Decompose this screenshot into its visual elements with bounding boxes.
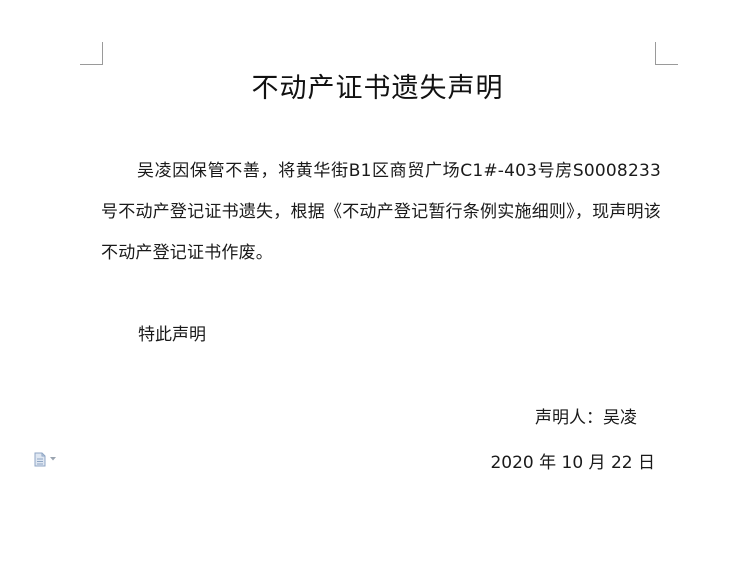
signer-line: 声明人：吴凌 xyxy=(535,408,637,428)
document-title: 不动产证书遗失声明 xyxy=(251,73,504,104)
document-icon xyxy=(34,452,46,467)
page-corner-mark-top-right xyxy=(655,42,678,65)
document-page: 不动产证书遗失声明 吴凌因保管不善，将黄华街B1区商贸广场C1#-403号房S0… xyxy=(0,0,755,585)
declaration-paragraph: 吴凌因保管不善，将黄华街B1区商贸广场C1#-403号房S0008233号不动产… xyxy=(101,161,661,263)
date-line: 2020 年 10 月 22 日 xyxy=(490,453,655,473)
page-corner-mark-top-left xyxy=(80,42,103,65)
caret-down-icon xyxy=(50,457,56,461)
closing-text: 特此声明 xyxy=(138,325,206,345)
paste-options-button[interactable] xyxy=(34,451,64,467)
